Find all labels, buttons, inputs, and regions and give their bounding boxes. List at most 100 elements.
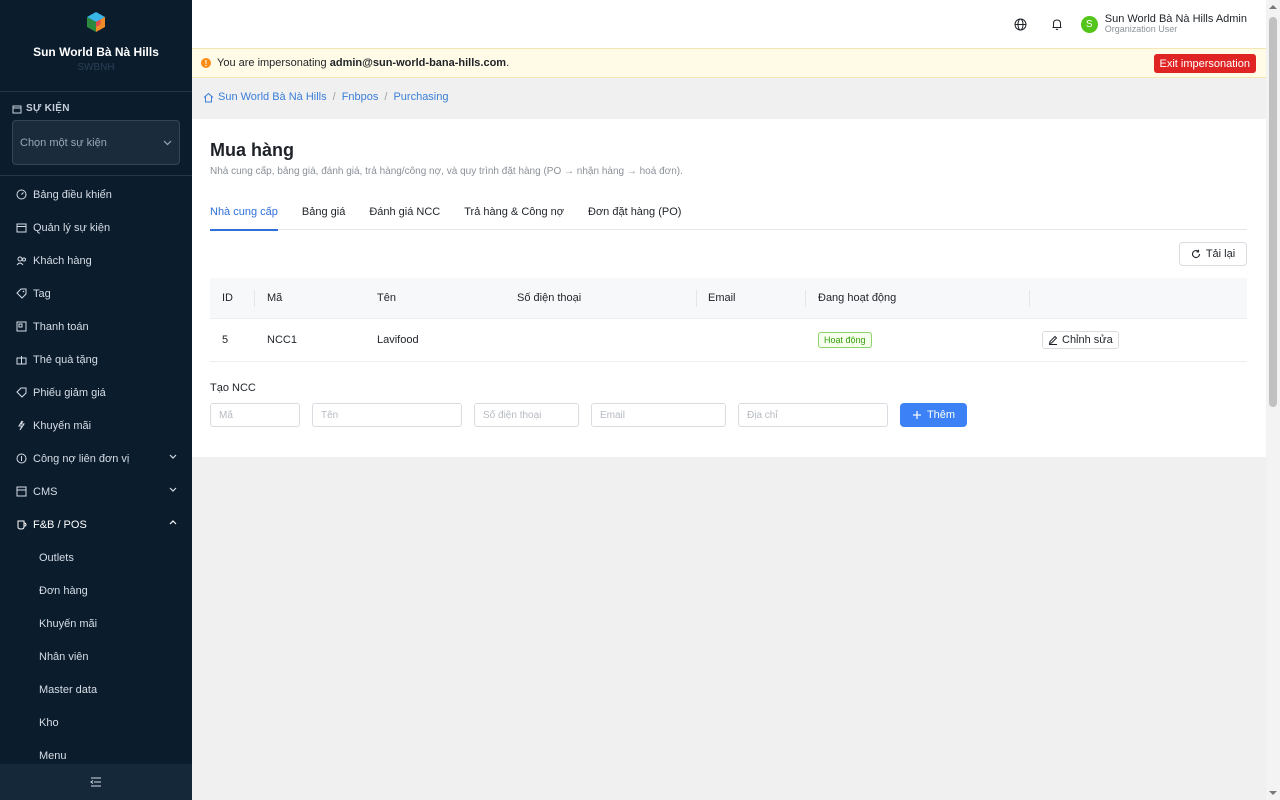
impersonation-banner: ! You are impersonating admin@sun-world-… — [192, 48, 1266, 78]
avatar[interactable]: S — [1080, 15, 1098, 33]
bell-icon[interactable] — [1050, 17, 1064, 31]
coupon-icon — [16, 387, 27, 398]
sidebar-nav: Bảng điều khiển Quản lý sự kiện Khách hà… — [0, 178, 192, 772]
menu-fold-icon — [90, 777, 101, 787]
sidebar-collapse-button[interactable] — [0, 764, 192, 800]
column-divider — [696, 290, 697, 307]
breadcrumb-purchasing[interactable]: Purchasing — [393, 91, 448, 103]
banner-prefix: You are impersonating — [217, 57, 330, 69]
page-title: Mua hàng — [210, 140, 294, 160]
column-divider — [805, 290, 806, 307]
reload-icon — [1191, 249, 1200, 259]
tabs: Nhà cung cấp Bảng giá Đánh giá NCC Trả h… — [210, 197, 1247, 231]
sidebar-item-promotion[interactable]: Khuyến mãi — [0, 409, 192, 442]
breadcrumb-home[interactable]: Sun World Bà Nà Hills — [218, 91, 327, 103]
banner-suffix: . — [506, 57, 510, 69]
table-header: ID Mã Tên Số điện thoại Email Đang hoạt … — [210, 278, 1247, 319]
tag-icon — [16, 288, 27, 299]
tab-suppliers[interactable]: Nhà cung cấp — [210, 197, 278, 231]
sidebar-item-payment[interactable]: Thanh toán — [0, 310, 192, 343]
page-description: Nhà cung cấp, bảng giá, đánh giá, trả hà… — [210, 166, 683, 177]
events-section: SỰ KIỆN Chọn một sự kiện — [0, 92, 192, 176]
suppliers-table: ID Mã Tên Số điện thoại Email Đang hoạt … — [210, 278, 1247, 362]
sidebar-item-fnb-pos[interactable]: F&B / POS — [0, 508, 192, 541]
table-row: 5 NCC1 Lavifood Hoạt động Chỉnh sửa — [210, 319, 1247, 362]
supplier-email-input[interactable] — [591, 403, 726, 427]
sidebar-item-events[interactable]: Quản lý sự kiện — [0, 211, 192, 244]
add-supplier-button[interactable]: Thêm — [900, 403, 967, 427]
sidebar-subitem-warehouse[interactable]: Kho — [0, 706, 192, 739]
reload-button[interactable]: Tải lại — [1179, 242, 1247, 266]
edit-label: Chỉnh sửa — [1062, 334, 1113, 346]
scroll-up-arrow-icon[interactable] — [1269, 5, 1277, 9]
tab-purchase-orders[interactable]: Đơn đặt hàng (PO) — [588, 197, 681, 230]
sidebar-item-gift-card[interactable]: Thẻ quà tặng — [0, 343, 192, 376]
fnb-icon — [16, 519, 27, 530]
calendar-icon — [12, 105, 22, 113]
exit-impersonation-button[interactable]: Exit impersonation — [1153, 54, 1256, 73]
payment-icon — [16, 321, 27, 332]
tab-returns-debt[interactable]: Trả hàng & Công nợ — [464, 197, 564, 230]
col-header-code: Mã — [267, 292, 283, 304]
edit-icon — [1048, 335, 1058, 345]
chevron-up-icon — [169, 520, 177, 525]
scroll-down-arrow-icon[interactable] — [1269, 791, 1277, 795]
supplier-code-input[interactable] — [210, 403, 300, 427]
sidebar-subitem-orders[interactable]: Đơn hàng — [0, 574, 192, 607]
promotion-icon — [16, 420, 27, 431]
events-label: SỰ KIỆN — [12, 103, 180, 114]
supplier-name-input[interactable] — [312, 403, 462, 427]
sidebar-item-tag[interactable]: Tag — [0, 277, 192, 310]
breadcrumb: Sun World Bà Nà Hills / Fnbpos / Purchas… — [203, 91, 449, 103]
sidebar-subitem-staff[interactable]: Nhân viên — [0, 640, 192, 673]
page-scrollbar[interactable] — [1266, 0, 1280, 800]
sidebar-item-coupon[interactable]: Phiếu giảm giá — [0, 376, 192, 409]
tab-supplier-rating[interactable]: Đánh giá NCC — [369, 197, 440, 230]
event-select-placeholder: Chọn một sự kiện — [20, 136, 107, 149]
debt-icon — [16, 453, 27, 464]
create-supplier-label: Tạo NCC — [210, 382, 256, 394]
brand-subtitle: SWBNH — [77, 62, 115, 73]
col-header-id: ID — [222, 292, 233, 304]
event-select[interactable]: Chọn một sự kiện — [12, 120, 180, 165]
col-header-active: Đang hoạt động — [818, 292, 897, 304]
edit-button[interactable]: Chỉnh sửa — [1042, 331, 1119, 349]
plus-icon — [912, 411, 921, 419]
supplier-address-input[interactable] — [738, 403, 888, 427]
calendar-icon — [16, 222, 27, 233]
supplier-phone-input[interactable] — [474, 403, 579, 427]
sidebar-subitem-outlets[interactable]: Outlets — [0, 541, 192, 574]
dashboard-icon — [16, 189, 27, 200]
users-icon — [16, 255, 27, 266]
column-divider — [254, 290, 255, 307]
breadcrumb-separator: / — [384, 91, 388, 103]
breadcrumb-separator: / — [332, 91, 336, 103]
sidebar-item-cms[interactable]: CMS — [0, 475, 192, 508]
scrollbar-thumb[interactable] — [1269, 17, 1277, 407]
col-header-name: Tên — [377, 292, 396, 304]
status-badge: Hoạt động — [818, 332, 872, 348]
home-icon — [203, 92, 214, 102]
col-header-phone: Số điện thoại — [517, 292, 582, 304]
cms-icon — [16, 486, 27, 497]
globe-icon[interactable] — [1014, 17, 1028, 31]
main-card: Mua hàng Nhà cung cấp, bảng giá, đánh gi… — [192, 119, 1266, 457]
header-actions: S Sun World Bà Nà Hills Admin Organizati… — [1014, 0, 1266, 48]
brand: Sun World Bà Nà Hills SWBNH — [0, 0, 192, 92]
breadcrumb-fnbpos[interactable]: Fnbpos — [342, 91, 379, 103]
chevron-down-icon — [169, 454, 177, 459]
sidebar-subitem-promotions[interactable]: Khuyến mãi — [0, 607, 192, 640]
tab-price-list[interactable]: Bảng giá — [302, 197, 345, 230]
sidebar-subitem-master-data[interactable]: Master data — [0, 673, 192, 706]
sidebar-item-inter-unit-debt[interactable]: Công nợ liên đơn vị — [0, 442, 192, 475]
chevron-down-icon — [163, 140, 172, 145]
col-header-email: Email — [708, 292, 736, 304]
banner-email: admin@sun-world-bana-hills.com — [329, 57, 507, 69]
cell-id: 5 — [222, 334, 229, 346]
gift-icon — [16, 354, 27, 365]
sidebar-item-dashboard[interactable]: Bảng điều khiển — [0, 178, 192, 211]
user-menu[interactable]: Sun World Bà Nà Hills Admin Organization… — [1105, 13, 1247, 35]
sidebar-item-customers[interactable]: Khách hàng — [0, 244, 192, 277]
add-label: Thêm — [926, 409, 956, 421]
warning-icon: ! — [201, 58, 211, 68]
